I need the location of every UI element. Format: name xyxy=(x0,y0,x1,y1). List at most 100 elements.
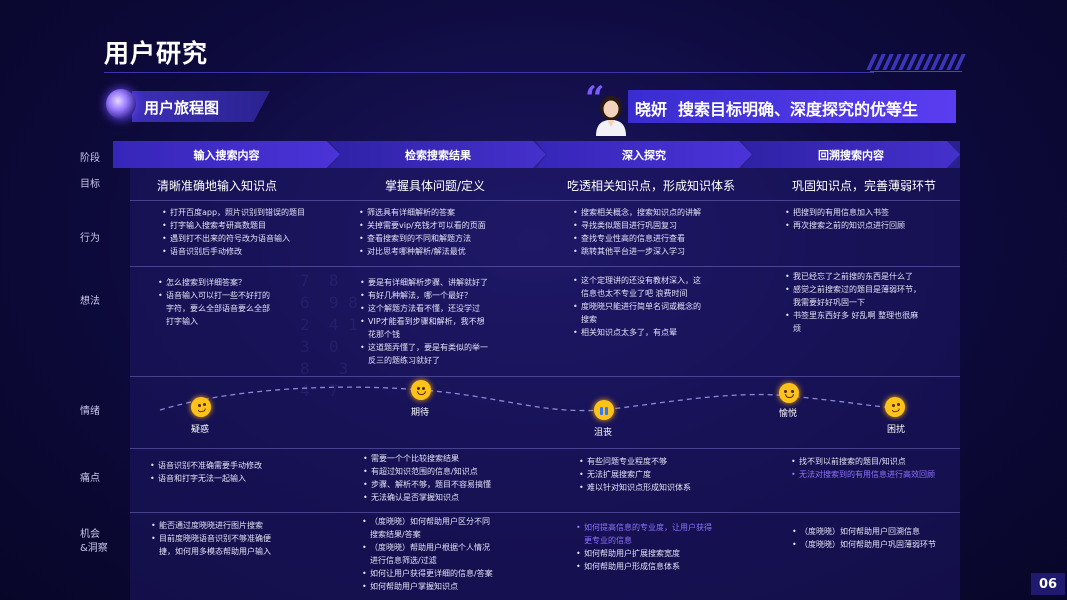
list-item: （度晓晓）如何帮助用户回溯信息 xyxy=(792,525,952,538)
thoughts-stage-1: 怎么搜索到详细答案？ 语音输入可以打一些不好打的字符，要么全部语音要么全部打字输… xyxy=(158,276,270,328)
list-item: 查看搜索到的不同和解题方法 xyxy=(359,232,534,245)
pains-stage-4: 找不到以前搜索的题目/知识点 无法对搜索到的有用信息进行高效回顾 xyxy=(791,455,956,481)
stage-header-4: 回溯搜索内容 xyxy=(742,141,960,168)
list-item: 找不到以前搜索的题目/知识点 xyxy=(791,455,956,468)
opportunities-stage-1: 能否通过度晓晓进行图片搜索 目前度晓晓语音识别不够准确便捷，如何用多模态帮助用户… xyxy=(151,519,281,558)
list-item: 需要一个个比较搜索结果 xyxy=(363,452,533,465)
row-divider xyxy=(130,266,960,267)
row-label-emotion: 情绪 xyxy=(80,406,100,417)
list-item: 怎么搜索到详细答案？ xyxy=(158,276,270,289)
goal-stage-4: 巩固知识点，完善薄弱环节 xyxy=(792,179,937,193)
list-item: 有好几种解法，哪一个最好？ xyxy=(360,289,492,302)
section-title: 用户旅程图 xyxy=(144,99,220,117)
list-item: 无法扩展搜索广度 xyxy=(579,468,744,481)
list-item: 这个解题方法看不懂，还没学过 xyxy=(360,302,492,315)
list-item: 寻找类似题目进行巩固复习 xyxy=(573,219,743,232)
row-label-opportunity-line2: &洞察 xyxy=(80,543,108,554)
orb-icon xyxy=(106,89,136,119)
title-divider xyxy=(104,72,874,73)
pains-stage-2: 需要一个个比较搜索结果 有超过知识范围的信息/知识点 步骤、解析不够，题目不容易… xyxy=(363,452,533,504)
row-label-action: 行为 xyxy=(80,233,100,244)
pains-stage-1: 语音识别不准确需要手动修改 语音和打字无法一起输入 xyxy=(150,459,310,485)
list-item: 遇到打不出来的符号改为语音输入 xyxy=(162,232,332,245)
list-item: 语音识别不准确需要手动修改 xyxy=(150,459,310,472)
list-item: 无法确认是否掌握知识点 xyxy=(363,491,533,504)
list-item: 搜索相关概念，搜索知识点的讲解 xyxy=(573,206,743,219)
list-item: 把搜到的有用信息加入书签 xyxy=(785,206,950,219)
actions-stage-4: 把搜到的有用信息加入书签 再次搜索之前的知识点进行回顾 xyxy=(785,206,950,232)
list-item: （度晓晓）如何帮助用户区分不同搜索结果/答案 xyxy=(362,515,497,541)
row-label-thought: 想法 xyxy=(80,296,100,307)
list-item: 感觉之前搜索过的题目是薄弱环节，我需要好好巩固一下 xyxy=(785,283,925,309)
actions-stage-2: 筛选具有详细解析的答案 关掉需要vip/充钱才可以看的页面 查看搜索到的不同和解… xyxy=(359,206,534,258)
thoughts-stage-2: 要是有详细解析步骤、讲解就好了 有好几种解法，哪一个最好？ 这个解题方法看不懂，… xyxy=(360,276,492,367)
emotion-label-3: 沮丧 xyxy=(594,428,613,438)
emotion-label-5: 困扰 xyxy=(887,425,906,435)
list-item: 有些问题专业程度不够 xyxy=(579,455,744,468)
list-item: 语音输入可以打一些不好打的字符，要么全部语音要么全部打字输入 xyxy=(158,289,270,328)
page-number: 06 xyxy=(1031,573,1065,595)
list-item: 书签里东西好多 好乱啊 整理也很麻烦 xyxy=(785,309,925,335)
actions-stage-1: 打开百度app，照片识别到错误的题目 打字输入搜索考研高数题目 遇到打不出来的符… xyxy=(162,206,332,258)
persona-avatar xyxy=(596,96,626,136)
page-title: 用户研究 xyxy=(104,39,209,68)
list-item: 如何帮助用户扩展搜索宽度 xyxy=(576,547,716,560)
list-item: 目前度晓晓语音识别不够准确便捷，如何用多模态帮助用户输入 xyxy=(151,532,281,558)
row-label-pain: 痛点 xyxy=(80,473,100,484)
list-item: 打字输入搜索考研高数题目 xyxy=(162,219,332,232)
list-item: 这个定理讲的还没有教材深入，这信息也太不专业了吧 浪费时间 xyxy=(573,274,707,300)
list-item: 关掉需要vip/充钱才可以看的页面 xyxy=(359,219,534,232)
thoughts-stage-3: 这个定理讲的还没有教材深入，这信息也太不专业了吧 浪费时间 度晓晓只能进行简单名… xyxy=(573,274,707,339)
list-item: 有超过知识范围的信息/知识点 xyxy=(363,465,533,478)
list-item: 对比思考哪种解析/解法最优 xyxy=(359,245,534,258)
list-item: 难以针对知识点形成知识体系 xyxy=(579,481,744,494)
row-label-goal: 目标 xyxy=(80,179,100,190)
row-divider xyxy=(130,512,960,513)
stage-header-1: 输入搜索内容 xyxy=(113,141,340,168)
list-item: 度晓晓只能进行简单名词或概念的搜索 xyxy=(573,300,707,326)
list-item: 筛选具有详细解析的答案 xyxy=(359,206,534,219)
persona-name: 晓妍 xyxy=(635,100,668,119)
row-label-opportunity: 机会 &洞察 xyxy=(80,528,108,556)
opportunities-stage-3: 如何提高信息的专业度，让用户获得更专业的信息 如何帮助用户扩展搜索宽度 如何帮助… xyxy=(576,521,716,573)
list-item: 查找专业性高的信息进行查看 xyxy=(573,232,743,245)
list-item: 语音和打字无法一起输入 xyxy=(150,472,310,485)
title-stripes-decoration xyxy=(866,54,966,72)
row-label-stage: 阶段 xyxy=(80,153,100,164)
row-divider xyxy=(130,200,960,201)
list-item: 打开百度app，照片识别到错误的题目 xyxy=(162,206,332,219)
list-item: 再次搜索之前的知识点进行回顾 xyxy=(785,219,950,232)
list-item: 相关知识点太多了，有点晕 xyxy=(573,326,707,339)
persona-description: 搜索目标明确、深度探究的优等生 xyxy=(678,100,919,119)
list-item: （度晓晓）如何帮助用户巩固薄弱环节 xyxy=(792,538,952,551)
stage-header-3: 深入探究 xyxy=(536,141,752,168)
list-item: 语音识别后手动修改 xyxy=(162,245,332,258)
list-item: 能否通过度晓晓进行图片搜索 xyxy=(151,519,281,532)
list-item-highlighted: 如何提高信息的专业度，让用户获得更专业的信息 xyxy=(576,521,716,547)
goal-stage-2: 掌握具体问题/定义 xyxy=(385,179,486,193)
thoughts-stage-4: 我已经忘了之前搜的东西是什么了 感觉之前搜索过的题目是薄弱环节，我需要好好巩固一… xyxy=(785,270,925,335)
pains-stage-3: 有些问题专业程度不够 无法扩展搜索广度 难以针对知识点形成知识体系 xyxy=(579,455,744,494)
list-item: （度晓晓）帮助用户根据个人情况进行信息筛选/过滤 xyxy=(362,541,497,567)
stage-header-2: 检索搜索结果 xyxy=(330,141,546,168)
list-item: 要是有详细解析步骤、讲解就好了 xyxy=(360,276,492,289)
list-item: 跳转其他平台进一步深入学习 xyxy=(573,245,743,258)
goal-stage-3: 吃透相关知识点，形成知识体系 xyxy=(567,179,736,193)
emoji-happy-icon xyxy=(411,380,431,400)
emoji-confused-icon xyxy=(191,397,211,417)
emotion-label-2: 期待 xyxy=(411,408,430,418)
list-item: 如何帮助用户掌握知识点 xyxy=(362,580,497,593)
list-item: VIP才能看到步骤和解析，我不想花那个钱 xyxy=(360,315,492,341)
emotion-label-1: 疑惑 xyxy=(191,425,210,435)
list-item: 如何让用户获得更详细的信息/答案 xyxy=(362,567,497,580)
goal-stage-1: 清晰准确地输入知识点 xyxy=(157,179,278,193)
emoji-delighted-icon xyxy=(779,383,799,403)
emoji-crying-icon xyxy=(594,400,614,420)
emotion-label-4: 愉悦 xyxy=(779,409,798,419)
opportunities-stage-2: （度晓晓）如何帮助用户区分不同搜索结果/答案 （度晓晓）帮助用户根据个人情况进行… xyxy=(362,515,497,593)
opportunities-stage-4: （度晓晓）如何帮助用户回溯信息 （度晓晓）如何帮助用户巩固薄弱环节 xyxy=(792,525,952,551)
emotion-curve xyxy=(159,386,896,412)
list-item-highlighted: 无法对搜索到的有用信息进行高效回顾 xyxy=(791,468,956,481)
list-item: 我已经忘了之前搜的东西是什么了 xyxy=(785,270,925,283)
list-item: 步骤、解析不够，题目不容易搞懂 xyxy=(363,478,533,491)
